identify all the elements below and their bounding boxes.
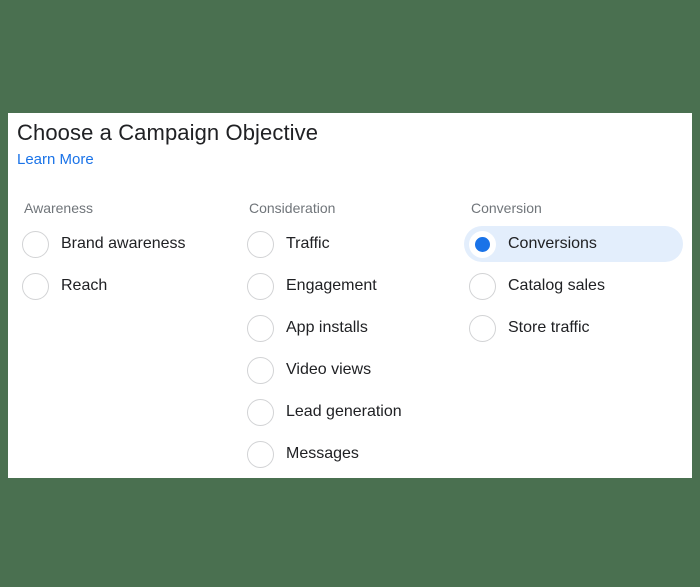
option-label-engagement: Engagement <box>286 277 377 294</box>
objective-column-awareness: Awareness Brand awareness Reach <box>17 198 247 310</box>
column-header-conversion: Conversion <box>471 200 542 216</box>
radio-icon-brand-awareness[interactable] <box>22 230 49 258</box>
option-label-app-installs: App installs <box>286 319 368 336</box>
option-traffic[interactable]: Traffic <box>242 226 472 262</box>
option-label-store-traffic: Store traffic <box>508 319 590 336</box>
option-label-brand-awareness: Brand awareness <box>61 235 186 252</box>
objective-column-conversion: Conversion Conversions Catalog sales Sto… <box>464 198 692 352</box>
radio-icon-traffic[interactable] <box>247 230 274 258</box>
option-app-installs[interactable]: App installs <box>242 310 472 346</box>
option-messages[interactable]: Messages <box>242 436 472 472</box>
option-label-catalog-sales: Catalog sales <box>508 277 605 294</box>
column-header-consideration: Consideration <box>249 200 336 216</box>
option-label-reach: Reach <box>61 277 108 294</box>
radio-icon-catalog-sales[interactable] <box>469 272 496 300</box>
option-brand-awareness[interactable]: Brand awareness <box>17 226 247 262</box>
option-reach[interactable]: Reach <box>17 268 247 304</box>
option-label-video-views: Video views <box>286 361 372 378</box>
option-label-lead-generation: Lead generation <box>286 403 402 420</box>
option-engagement[interactable]: Engagement <box>242 268 472 304</box>
option-label-messages: Messages <box>286 445 359 462</box>
radio-icon-store-traffic[interactable] <box>469 314 496 342</box>
radio-icon-lead-generation[interactable] <box>247 398 274 426</box>
option-lead-generation[interactable]: Lead generation <box>242 394 472 430</box>
radio-icon-messages[interactable] <box>247 440 274 468</box>
radio-icon-reach[interactable] <box>22 272 49 300</box>
option-label-conversions: Conversions <box>508 235 597 252</box>
radio-icon-engagement[interactable] <box>247 272 274 300</box>
option-list-awareness: Brand awareness Reach <box>17 226 247 304</box>
option-catalog-sales[interactable]: Catalog sales <box>464 268 692 304</box>
option-label-traffic: Traffic <box>286 235 330 252</box>
radio-icon-app-installs[interactable] <box>247 314 274 342</box>
radio-dot-icon <box>475 236 490 252</box>
learn-more-link[interactable]: Learn More <box>17 151 94 168</box>
campaign-objective-card: Choose a Campaign Objective Learn More A… <box>8 113 692 478</box>
column-header-awareness: Awareness <box>24 200 94 216</box>
radio-icon-video-views[interactable] <box>247 356 274 384</box>
page-title: Choose a Campaign Objective <box>17 120 319 145</box>
option-list-conversion: Conversions Catalog sales Store traffic <box>464 226 692 346</box>
option-conversions[interactable]: Conversions <box>464 226 683 262</box>
radio-icon-conversions[interactable] <box>469 230 496 258</box>
option-video-views[interactable]: Video views <box>242 352 472 388</box>
screen: Choose a Campaign Objective Learn More A… <box>0 0 700 587</box>
option-store-traffic[interactable]: Store traffic <box>464 310 692 346</box>
option-list-consideration: Traffic Engagement App installs Video vi… <box>242 226 472 472</box>
objective-column-consideration: Consideration Traffic Engagement App ins… <box>242 198 472 478</box>
card-content: Choose a Campaign Objective Learn More A… <box>8 113 692 478</box>
